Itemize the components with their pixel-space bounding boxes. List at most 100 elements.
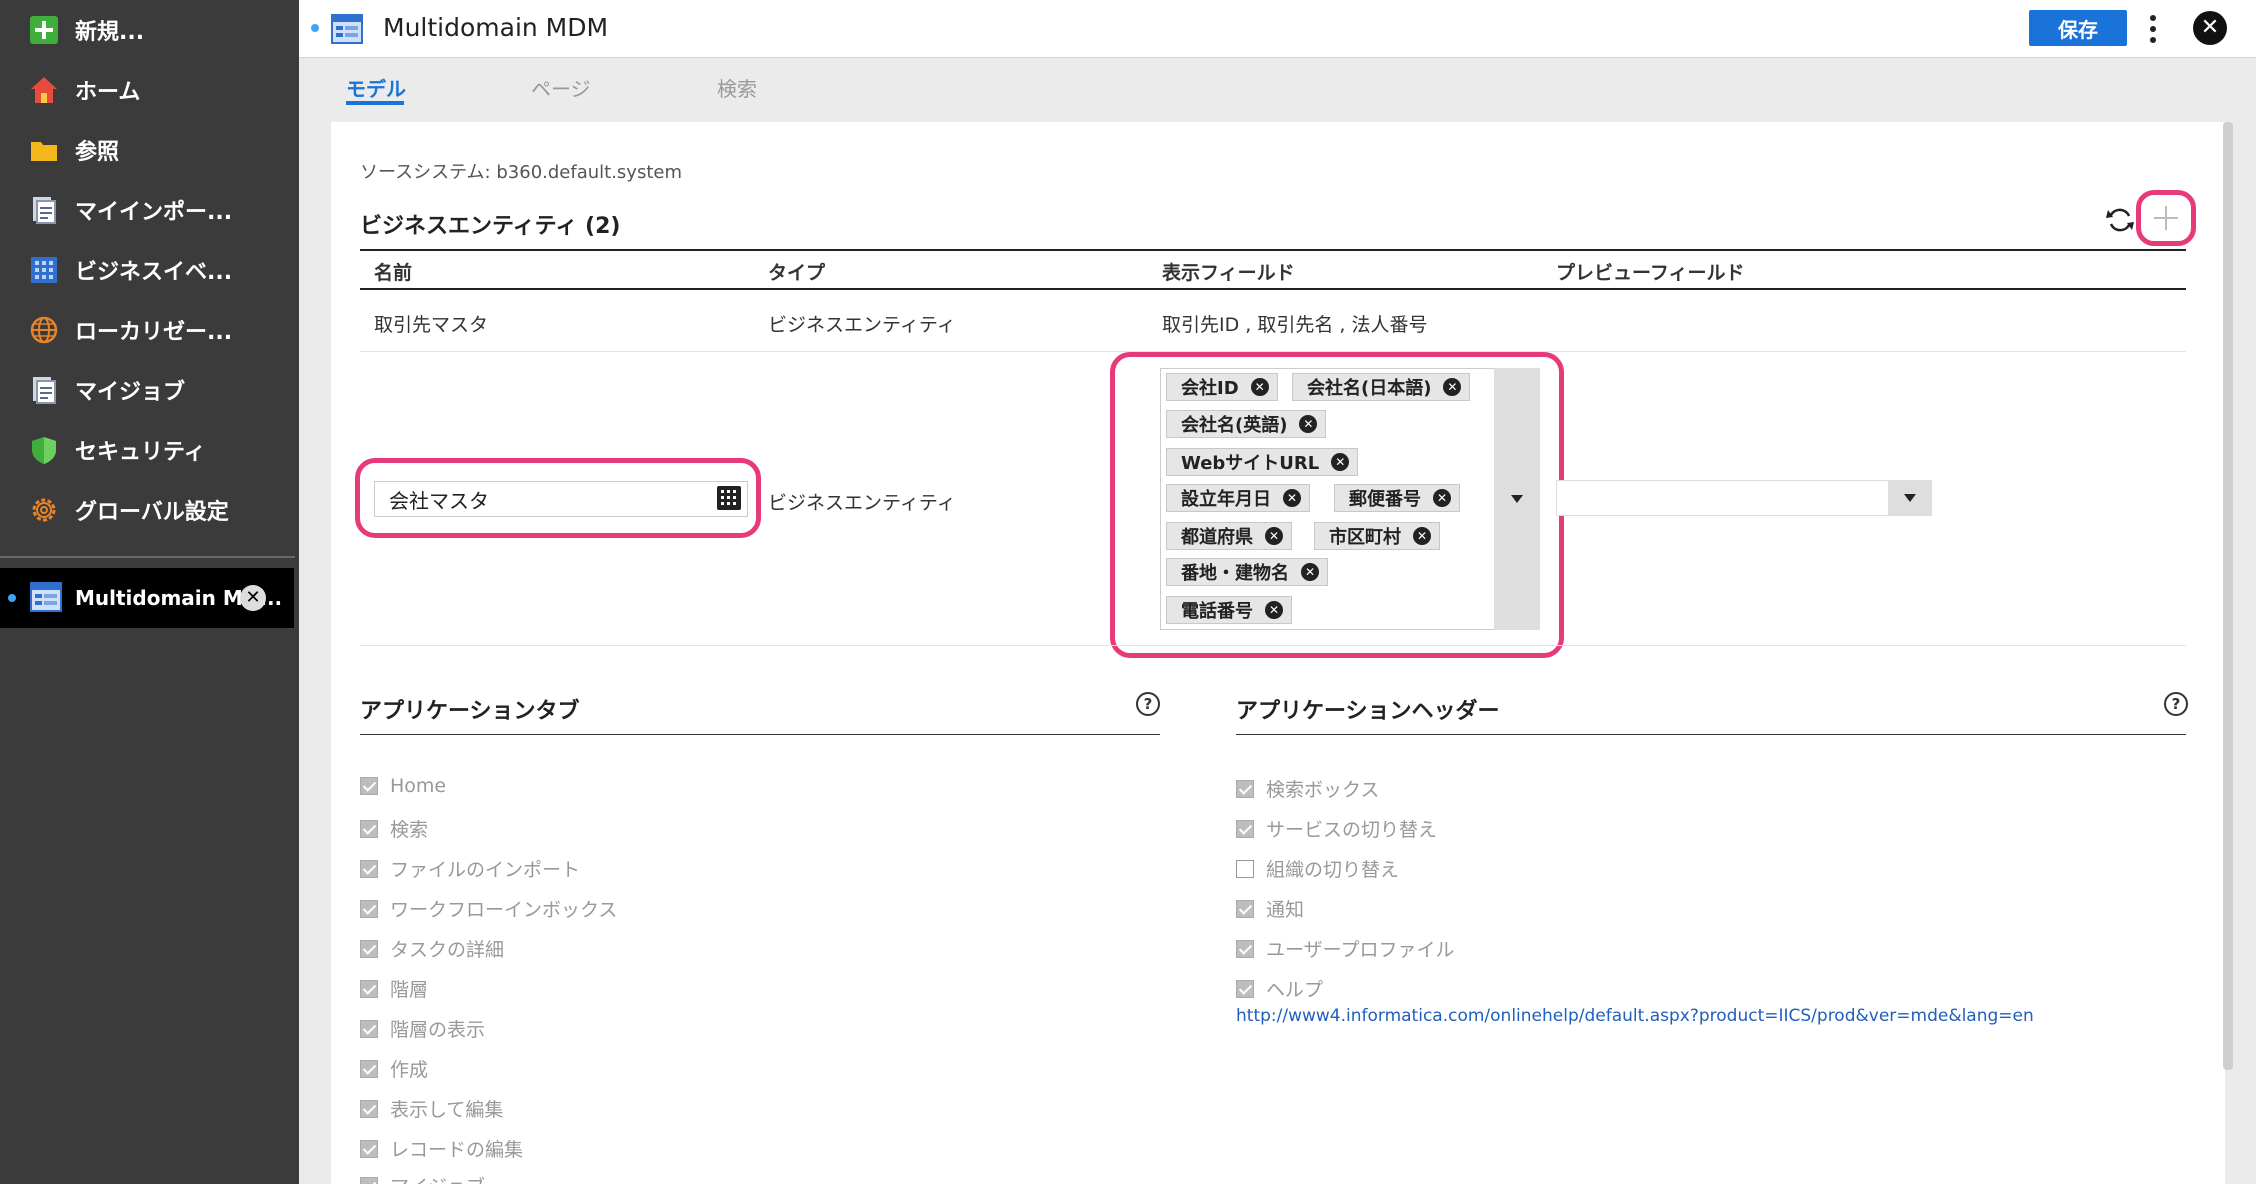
app-header-checkbox[interactable]: サービスの切り替え [1236, 815, 1437, 842]
help-icon[interactable]: ? [2164, 692, 2188, 716]
field-chip[interactable]: 会社ID ✕ [1166, 373, 1278, 401]
entity-name-input[interactable]: 会社マスタ [374, 481, 748, 517]
app-tab-checkbox[interactable]: レコードの編集 [360, 1135, 523, 1162]
column-header-rule [360, 288, 2186, 290]
sidebar-item-security[interactable]: セキュリティ [0, 420, 299, 480]
field-chip[interactable]: 会社名(日本語) ✕ [1292, 373, 1471, 401]
close-tab-icon[interactable]: ✕ [240, 585, 266, 611]
close-icon[interactable]: ✕ [2193, 11, 2227, 45]
app-header-checkbox[interactable]: 通知 [1236, 895, 1304, 922]
checkbox[interactable] [360, 979, 378, 998]
app-tab-checkbox[interactable]: ワークフローインボックス [360, 895, 617, 922]
checkbox[interactable] [360, 1139, 378, 1158]
checkbox[interactable] [1236, 779, 1254, 798]
grid-icon [28, 254, 60, 286]
checkbox[interactable] [360, 1059, 378, 1078]
field-chip[interactable]: 市区町村 ✕ [1314, 522, 1440, 550]
field-chip[interactable]: 電話番号 ✕ [1166, 596, 1292, 624]
field-chip[interactable]: 設立年月日 ✕ [1166, 484, 1310, 512]
source-system: ソースシステム: b360.default.system [360, 158, 682, 184]
sidebar-item-label: ビジネスイベ... [75, 260, 233, 285]
app-tab-checkbox[interactable]: 作成 [360, 1055, 428, 1082]
checkbox[interactable] [1236, 979, 1254, 998]
sidebar-item-localization[interactable]: ローカリゼー... [0, 300, 299, 360]
sidebar-item-my-imports[interactable]: マイインポー... [0, 180, 299, 240]
sidebar-item-business-events[interactable]: ビジネスイベ... [0, 240, 299, 300]
checkbox[interactable] [360, 899, 378, 918]
help-icon[interactable]: ? [1136, 692, 1160, 716]
tab-search[interactable]: 検索 [717, 73, 757, 102]
sidebar-item-label: 新規... [75, 20, 145, 45]
column-header-name[interactable]: 名前 [374, 258, 412, 285]
remove-chip-icon[interactable]: ✕ [1331, 453, 1350, 471]
sidebar-item-browse[interactable]: 参照 [0, 120, 299, 180]
preview-fields-select[interactable] [1556, 480, 1932, 516]
app-tab-checkbox[interactable]: 検索 [360, 815, 428, 842]
remove-chip-icon[interactable]: ✕ [1250, 378, 1269, 396]
checkbox[interactable] [360, 939, 378, 958]
remove-chip-icon[interactable]: ✕ [1413, 527, 1431, 545]
column-header-preview-fields[interactable]: プレビューフィールド [1556, 258, 1744, 285]
app-tab-checkbox[interactable]: 階層の表示 [360, 1015, 485, 1042]
app-tab-checkbox[interactable]: タスクの詳細 [360, 935, 504, 962]
gear-icon [28, 494, 60, 526]
app-header-checkbox[interactable]: 検索ボックス [1236, 775, 1379, 802]
app-tab-checkbox[interactable]: Home [360, 775, 446, 797]
remove-chip-icon[interactable]: ✕ [1283, 489, 1301, 507]
remove-chip-icon[interactable]: ✕ [1265, 601, 1283, 619]
tab-page[interactable]: ページ [531, 73, 591, 102]
column-header-type[interactable]: タイプ [768, 258, 825, 285]
display-fields-dropdown-toggle[interactable] [1494, 368, 1540, 630]
app-tab-checkbox[interactable]: マイジョブ [360, 1172, 485, 1184]
field-chip[interactable]: 会社名(英語) ✕ [1166, 410, 1327, 438]
add-entity-button[interactable] [2136, 190, 2196, 246]
app-header-checkbox[interactable]: 組織の切り替え [1236, 855, 1399, 882]
checkbox[interactable] [1236, 939, 1254, 958]
app-header-checkbox[interactable]: ヘルプ [1236, 975, 1323, 1002]
translate-icon[interactable] [717, 486, 741, 510]
checkbox[interactable] [360, 1176, 378, 1184]
refresh-icon[interactable] [2104, 204, 2136, 236]
checkbox[interactable] [360, 1019, 378, 1038]
field-chip[interactable]: 番地・建物名 ✕ [1166, 558, 1328, 586]
remove-chip-icon[interactable]: ✕ [1299, 415, 1318, 433]
remove-chip-icon[interactable]: ✕ [1443, 378, 1462, 396]
help-url-link[interactable]: http://www4.informatica.com/onlinehelp/d… [1236, 1006, 2034, 1026]
app-tab-checkbox[interactable]: ファイルのインポート [360, 855, 580, 882]
app-header-title: アプリケーションヘッダー [1236, 699, 1500, 724]
checkbox[interactable] [1236, 819, 1254, 838]
app-tab-checkbox[interactable]: 表示して編集 [360, 1095, 503, 1122]
field-chip[interactable]: 都道府県 ✕ [1166, 522, 1292, 550]
preview-fields-dropdown-toggle[interactable] [1888, 480, 1932, 516]
app-tab-checkbox[interactable]: 階層 [360, 975, 428, 1002]
app-header-checkbox[interactable]: ユーザープロファイル [1236, 935, 1454, 962]
remove-chip-icon[interactable]: ✕ [1433, 489, 1451, 507]
scrollbar[interactable] [2223, 122, 2233, 1070]
checkbox[interactable] [360, 777, 378, 795]
checkbox[interactable] [1236, 859, 1254, 878]
source-system-label: ソースシステム: [360, 162, 491, 183]
sidebar-open-tab-mdm[interactable]: Multidomain MD... ✕ [0, 568, 294, 628]
sidebar-item-global-settings[interactable]: グローバル設定 [0, 480, 299, 540]
checkbox[interactable] [360, 1099, 378, 1118]
save-button[interactable]: 保存 [2029, 10, 2127, 46]
column-header-display-fields[interactable]: 表示フィールド [1162, 258, 1295, 285]
more-options-icon[interactable] [2143, 12, 2163, 46]
remove-chip-icon[interactable]: ✕ [1301, 563, 1319, 581]
remove-chip-icon[interactable]: ✕ [1265, 527, 1283, 545]
document-icon [28, 374, 60, 406]
checkbox[interactable] [360, 859, 378, 878]
sidebar-item-home[interactable]: ホーム [0, 60, 299, 120]
active-tab-underline [346, 101, 404, 105]
page-title: Multidomain MDM [383, 13, 609, 42]
plus-icon [28, 14, 60, 46]
sidebar-item-new[interactable]: 新規... [0, 0, 299, 60]
field-chip[interactable]: WebサイトURL ✕ [1166, 448, 1359, 476]
sidebar-item-my-jobs[interactable]: マイジョブ [0, 360, 299, 420]
checkbox[interactable] [1236, 899, 1254, 918]
field-chip[interactable]: 郵便番号 ✕ [1334, 484, 1460, 512]
checkbox[interactable] [360, 819, 378, 838]
app-header-rule [1236, 734, 2186, 735]
sidebar-item-label: マイジョブ [75, 380, 186, 405]
tab-model[interactable]: モデル [346, 73, 406, 102]
